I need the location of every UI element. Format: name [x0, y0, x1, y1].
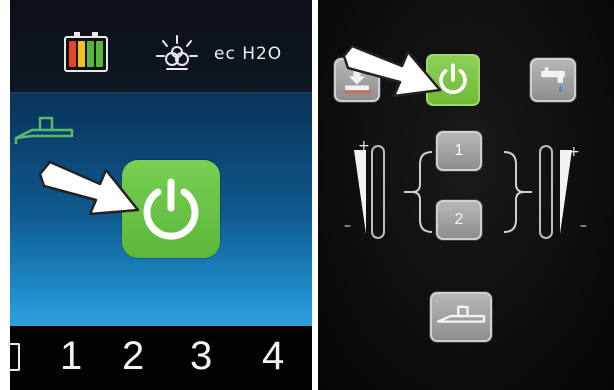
left-scale-minus: –	[344, 218, 351, 234]
right-scale-minus: –	[580, 218, 587, 234]
work-light-icon	[156, 35, 198, 70]
battery-cell	[78, 41, 85, 67]
water-button[interactable]	[530, 58, 576, 102]
menu-item-4[interactable]: 4	[262, 331, 284, 381]
arrow-pointer-icon	[38, 160, 140, 216]
water-tap-icon	[541, 67, 565, 93]
squeegee-button[interactable]	[430, 292, 492, 342]
squeegee-icon	[436, 305, 486, 323]
mode-1-label: 1	[454, 142, 464, 159]
membrane-control-panel: + – + – 1 2	[318, 0, 614, 390]
mode-1-button[interactable]: 1	[436, 131, 482, 171]
battery-icon	[64, 32, 108, 72]
battery-cell	[69, 41, 76, 67]
menu-item-2[interactable]: 2	[122, 331, 144, 381]
eco-h2o-label: ec H2O	[214, 44, 283, 64]
arrow-pointer-icon	[342, 44, 442, 98]
battery-cell	[96, 41, 103, 67]
squeegee-icon	[14, 116, 74, 144]
right-scale-plus: +	[568, 144, 580, 160]
color-display-panel: ec H2O 1 2 3 4	[10, 0, 312, 390]
left-scale-plus: +	[358, 138, 370, 154]
mode-2-label: 2	[454, 211, 464, 228]
mode-2-button[interactable]: 2	[436, 200, 482, 240]
left-intensity-scale	[354, 145, 385, 239]
battery-small-icon	[10, 343, 20, 371]
menu-item-1[interactable]: 1	[60, 331, 82, 381]
menu-item-3[interactable]: 3	[190, 331, 212, 381]
power-icon	[143, 178, 199, 240]
battery-cell	[87, 41, 94, 67]
